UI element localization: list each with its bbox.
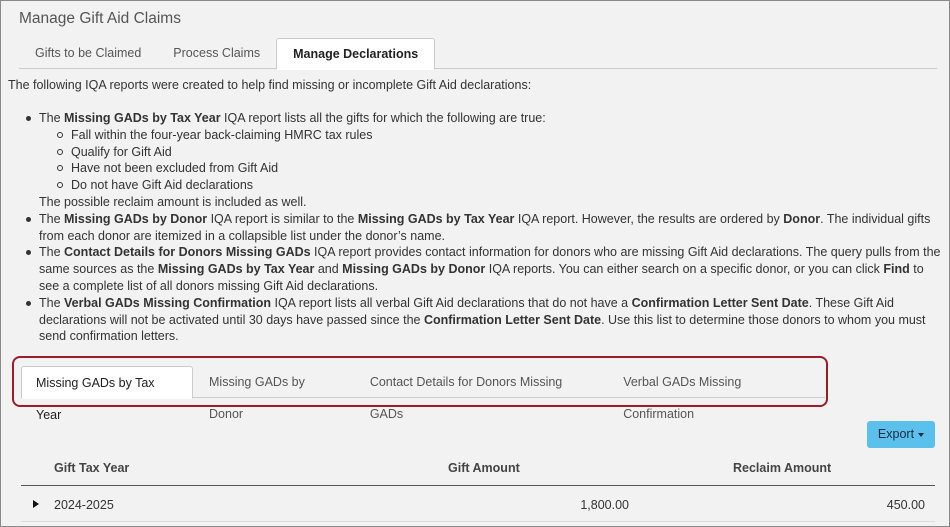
export-label: Export xyxy=(877,427,915,441)
tab-missing-gads-by-donor[interactable]: Missing GADs by Donor xyxy=(193,366,354,421)
cell-reclaim-amount: 450.00 xyxy=(886,498,925,512)
tab-gifts-to-be-claimed[interactable]: Gifts to be Claimed xyxy=(19,38,157,69)
header-gift-tax-year[interactable]: Gift Tax Year xyxy=(54,461,129,475)
list-item-missing-gads-by-donor: The Missing GADs by Donor IQA report is … xyxy=(21,211,943,245)
criteria-item: Have not been excluded from Gift Aid xyxy=(53,160,943,177)
list-item-verbal-gads: The Verbal GADs Missing Confirmation IQA… xyxy=(21,295,943,345)
expand-arrow-icon[interactable] xyxy=(33,500,39,508)
table-header: Gift Tax Year Gift Amount Reclaim Amount xyxy=(21,456,935,486)
main-tab-bar: Gifts to be Claimed Process Claims Manag… xyxy=(19,38,937,70)
page-title: Manage Gift Aid Claims xyxy=(19,10,181,27)
caret-down-icon xyxy=(918,432,925,437)
list-item-contact-details: The Contact Details for Donors Missing G… xyxy=(21,244,943,294)
tab-process-claims[interactable]: Process Claims xyxy=(157,38,276,69)
table-row[interactable]: 2024-2025 1,800.00 450.00 xyxy=(21,486,935,522)
cell-tax-year: 2024-2025 xyxy=(54,498,114,512)
report-tab-bar: Missing GADs by Tax Year Missing GADs by… xyxy=(21,366,825,422)
criteria-item: Qualify for Gift Aid xyxy=(53,144,943,161)
tab-verbal-gads-missing-confirmation[interactable]: Verbal GADs Missing Confirmation xyxy=(607,366,825,421)
criteria-item: Fall within the four-year back-claiming … xyxy=(53,127,943,144)
header-gift-amount[interactable]: Gift Amount xyxy=(448,461,520,475)
tab-missing-gads-by-tax-year[interactable]: Missing GADs by Tax Year xyxy=(21,366,194,422)
reclaim-note: The possible reclaim amount is included … xyxy=(39,194,307,209)
results-table: Gift Tax Year Gift Amount Reclaim Amount… xyxy=(21,456,935,522)
criteria-item: Do not have Gift Aid declarations xyxy=(53,177,943,194)
tab-manage-declarations[interactable]: Manage Declarations xyxy=(276,38,436,70)
report-description-list: The Missing GADs by Tax Year IQA report … xyxy=(21,110,943,345)
header-reclaim-amount[interactable]: Reclaim Amount xyxy=(733,461,831,475)
app-window: Manage Gift Aid Claims Gifts to be Claim… xyxy=(0,0,950,527)
list-item-missing-gads-by-tax-year: The Missing GADs by Tax Year IQA report … xyxy=(21,110,943,211)
export-button[interactable]: Export xyxy=(867,421,935,448)
criteria-list: Fall within the four-year back-claiming … xyxy=(39,127,943,194)
cell-gift-amount: 1,800.00 xyxy=(580,498,629,512)
tab-contact-details[interactable]: Contact Details for Donors Missing GADs xyxy=(354,366,607,421)
intro-text: The following IQA reports were created t… xyxy=(8,78,532,92)
